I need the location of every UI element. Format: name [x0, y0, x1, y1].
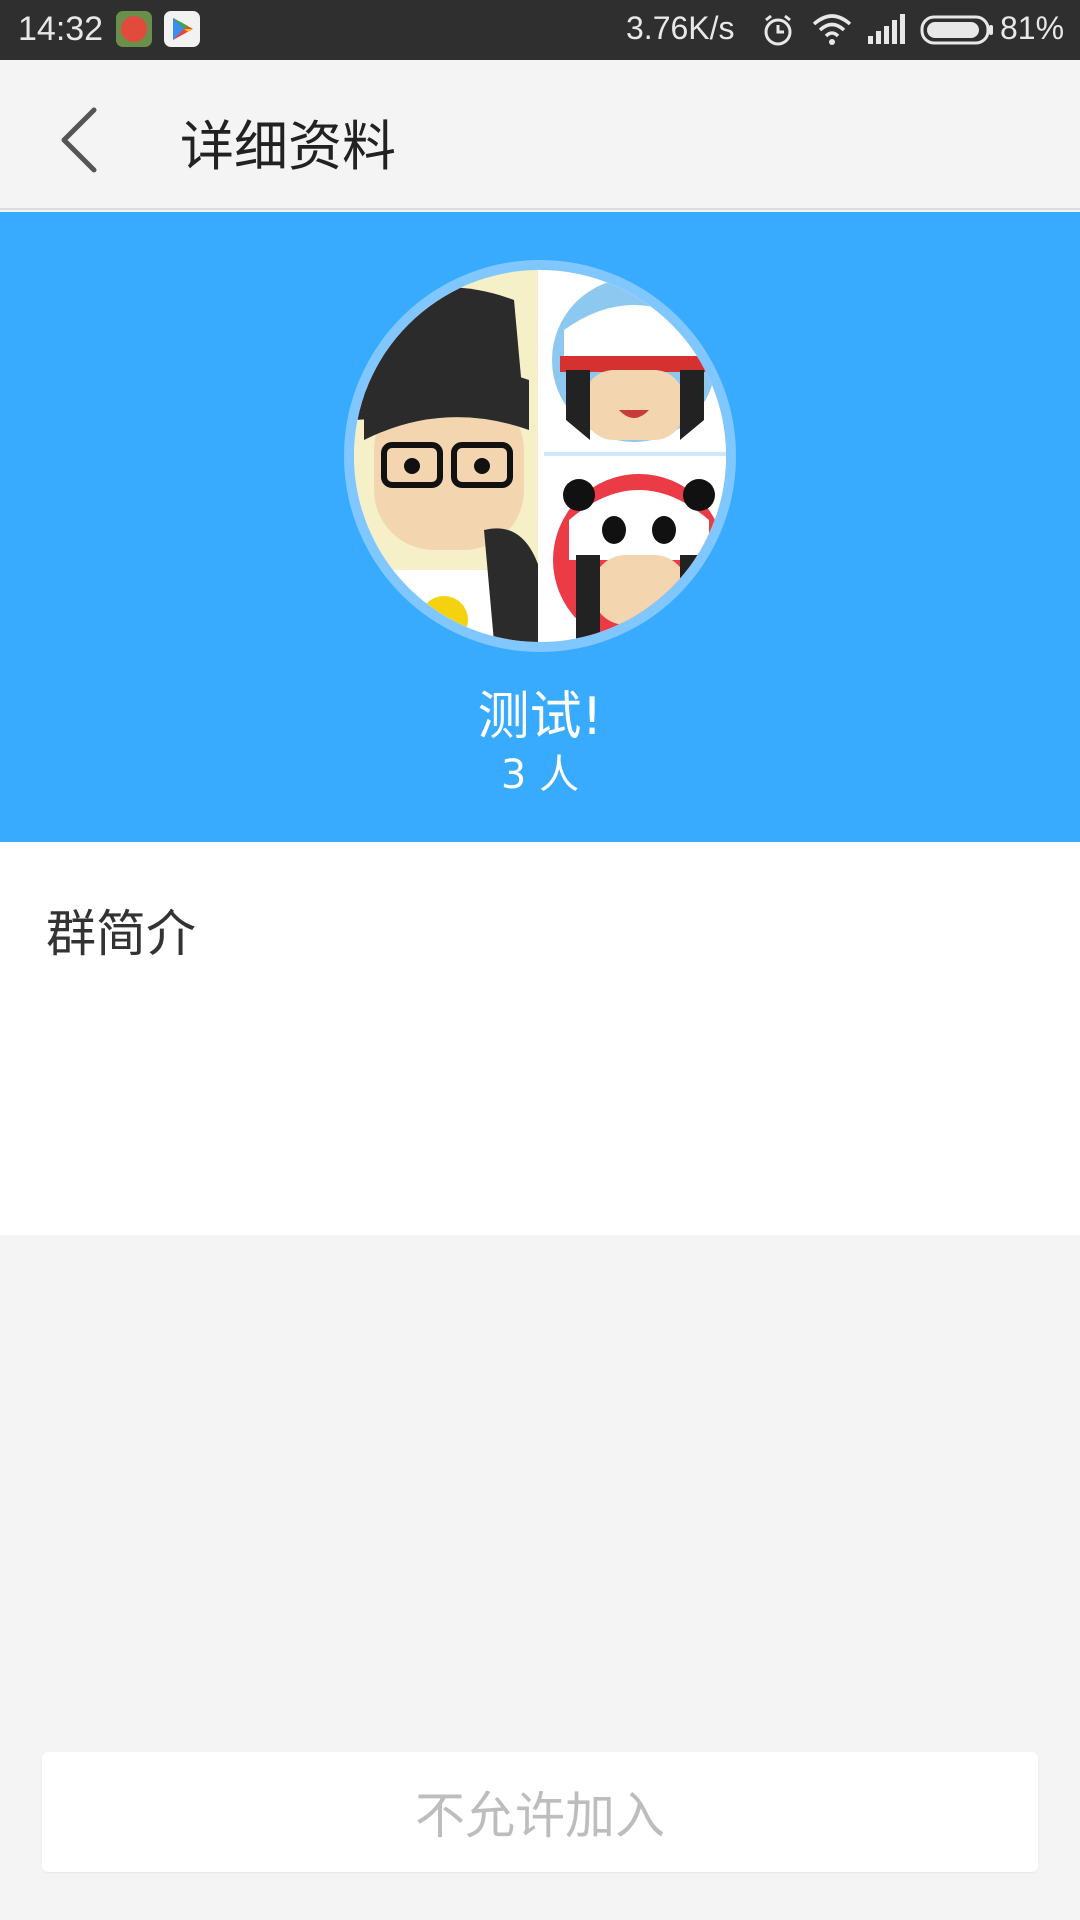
group-intro-label: 群简介	[46, 905, 196, 963]
avatar-collage-image	[354, 270, 726, 642]
group-intro-section: 群简介	[0, 842, 1080, 1235]
group-avatar[interactable]	[344, 260, 736, 652]
chevron-left-icon	[61, 107, 97, 173]
page-title: 详细资料	[180, 115, 396, 178]
group-profile-panel: 测试! 3 人	[0, 212, 1080, 842]
battery-percent: 81%	[1000, 10, 1065, 46]
status-time: 14:32	[18, 10, 104, 48]
member-count: 3 人	[500, 752, 580, 798]
signal-icon	[866, 12, 906, 51]
play-store-icon	[164, 11, 200, 47]
status-bar: 14:32 3.76K/s 81%	[0, 0, 1080, 60]
app-bar: 详细资料	[0, 60, 1080, 210]
app-notification-icon	[116, 11, 152, 47]
back-button[interactable]	[50, 104, 110, 176]
wifi-icon	[812, 12, 852, 51]
join-group-button[interactable]: 不允许加入	[42, 1752, 1038, 1872]
battery-icon	[920, 12, 994, 53]
network-speed: 3.76K/s	[626, 10, 735, 46]
alarm-icon	[760, 12, 796, 53]
group-name: 测试!	[477, 687, 603, 747]
